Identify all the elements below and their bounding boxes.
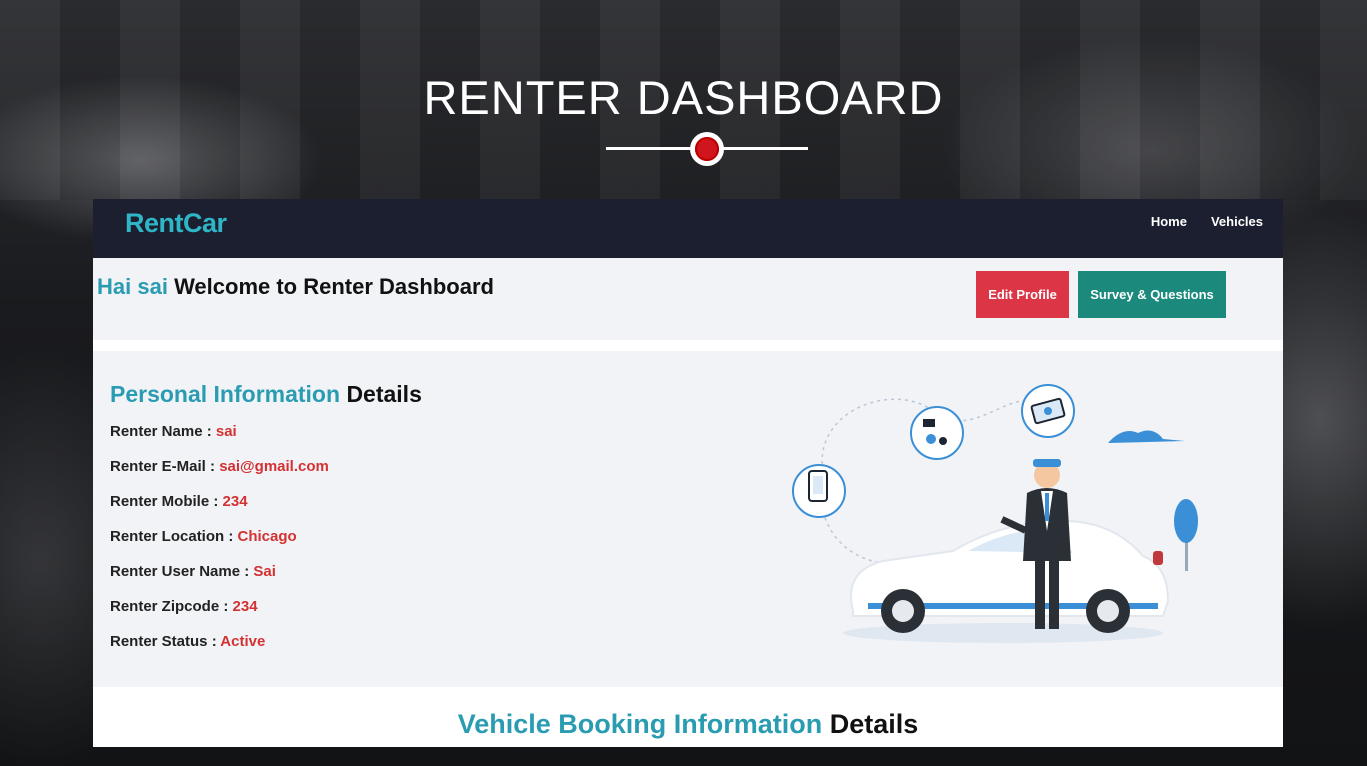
- brand-logo[interactable]: RentCar: [125, 208, 227, 239]
- info-row-mobile: Renter Mobile : 234: [110, 493, 329, 528]
- welcome-greeting: Hai sai: [97, 274, 168, 299]
- welcome-heading: Hai sai Welcome to Renter Dashboard: [97, 274, 494, 300]
- welcome-message: Welcome to Renter Dashboard: [174, 274, 494, 299]
- info-row-zipcode: Renter Zipcode : 234: [110, 598, 329, 633]
- edit-profile-button[interactable]: Edit Profile: [976, 271, 1069, 318]
- car-icon: [850, 519, 1170, 633]
- info-label: Renter Location :: [110, 528, 238, 545]
- cloud-icon: [1108, 430, 1185, 443]
- nav-links: Home Vehicles: [1151, 214, 1263, 229]
- info-row-name: Renter Name : sai: [110, 423, 329, 458]
- info-label: Renter E-Mail :: [110, 458, 220, 475]
- navbar: RentCar Home Vehicles: [93, 199, 1283, 258]
- info-label: Renter Mobile :: [110, 493, 223, 510]
- personal-info-section: Personal Information Details Renter Name…: [93, 351, 1283, 687]
- booking-info-title: Vehicle Booking Information Details: [93, 709, 1283, 740]
- info-value: sai@gmail.com: [219, 458, 329, 475]
- money-icon: [1021, 384, 1075, 438]
- personal-info-title-rest: Details: [346, 381, 422, 407]
- keys-icon: [910, 406, 964, 460]
- divider-dot-icon: [690, 132, 724, 166]
- info-row-email: Renter E-Mail : sai@gmail.com: [110, 458, 329, 493]
- info-label: Renter Status :: [110, 633, 221, 650]
- hero-divider: [606, 130, 808, 170]
- page-hero-title: RENTER DASHBOARD: [423, 71, 944, 124]
- booking-title-rest: Details: [829, 709, 919, 739]
- phone-icon: [792, 464, 846, 518]
- info-value: Sai: [253, 563, 276, 580]
- survey-questions-button[interactable]: Survey & Questions: [1078, 271, 1226, 318]
- info-value: sai: [215, 423, 237, 440]
- car-rental-illustration: [792, 384, 1198, 643]
- info-label: Renter User Name :: [110, 563, 254, 580]
- section-spacer: [93, 340, 1283, 351]
- info-row-status: Renter Status : Active: [110, 633, 329, 668]
- tree-icon: [1174, 499, 1198, 571]
- booking-title-accent: Vehicle Booking Information: [457, 709, 823, 739]
- info-row-username: Renter User Name : Sai: [110, 563, 329, 598]
- info-label: Renter Name :: [110, 423, 216, 440]
- info-value: Active: [220, 633, 266, 650]
- booking-section: Vehicle Booking Information Details: [93, 687, 1283, 747]
- info-value: 234: [232, 598, 258, 615]
- personal-info-list: Renter Name : sai Renter E-Mail : sai@gm…: [110, 423, 329, 668]
- personal-info-title: Personal Information Details: [110, 381, 422, 408]
- info-label: Renter Zipcode :: [110, 598, 233, 615]
- nav-link-home[interactable]: Home: [1151, 214, 1187, 229]
- dashboard-panel: RentCar Home Vehicles Hai sai Welcome to…: [93, 199, 1283, 747]
- welcome-bar: Hai sai Welcome to Renter Dashboard Edit…: [93, 258, 1283, 340]
- nav-link-vehicles[interactable]: Vehicles: [1211, 214, 1263, 229]
- personal-info-title-accent: Personal Information: [110, 381, 341, 407]
- info-value: Chicago: [237, 528, 297, 545]
- info-value: 234: [222, 493, 248, 510]
- info-row-location: Renter Location : Chicago: [110, 528, 329, 563]
